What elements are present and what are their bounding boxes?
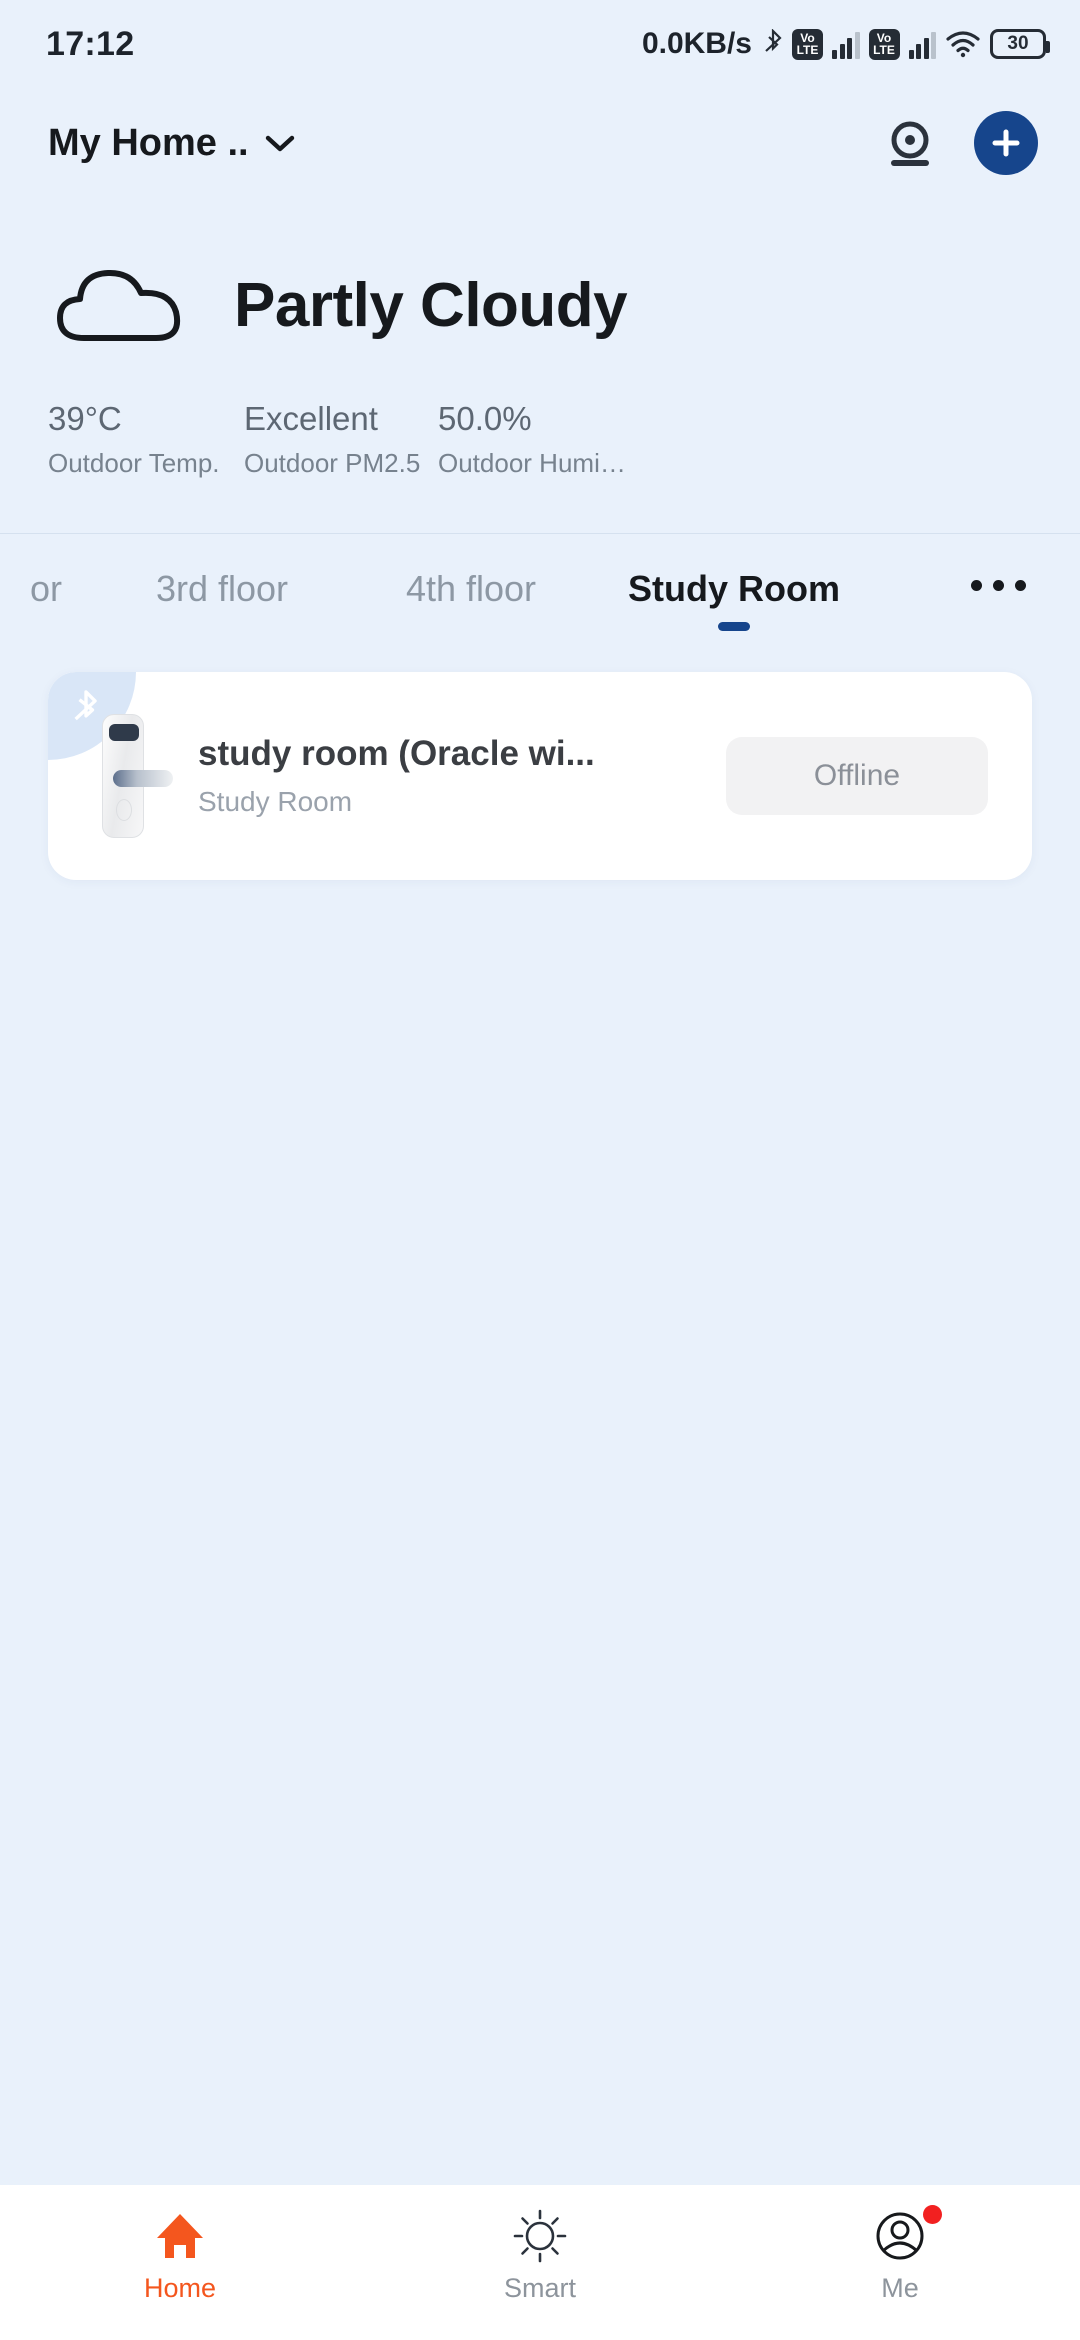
lock-keyhole [116,799,132,822]
nav-label-home: Home [143,2273,217,2303]
tab-previous-floor[interactable]: or [0,534,98,610]
tab-3rd-floor[interactable]: 3rd floor [98,534,346,610]
account-icon [872,2205,942,2265]
device-status-label: Offline [813,759,901,793]
more-horizontal-icon [1015,580,1026,592]
volte-icon-sim2: Vo LTE [868,28,900,60]
device-status-badge[interactable]: Offline [726,737,988,816]
weather-condition: Partly Cloudy [234,270,628,340]
device-name: study room (Oracle wi... [198,734,595,774]
battery-icon: 30 [990,29,1050,59]
weather-headline: Partly Cloudy [48,260,1032,350]
nav-item-home[interactable]: Home [0,2207,360,2304]
home-name-label: My Home .. [48,121,249,164]
home-icon [152,2207,208,2265]
lock-handle [113,770,173,788]
room-tabs: or 3rd floor 4th floor Study Room [0,534,1080,646]
tab-label: Study Room [628,568,840,610]
bottom-navigation: Home Smart Me [0,2185,1080,2340]
signal-bars-sim1 [832,29,860,59]
notification-badge [923,2205,942,2224]
add-device-button[interactable] [974,111,1038,175]
app-bar-actions [882,111,1038,175]
network-speed-label: 0.0KB/s [641,27,752,60]
weather-stat-value: 50.0% [438,400,532,437]
weather-panel[interactable]: Partly Cloudy 39°C Outdoor Temp. Excelle… [0,198,1080,479]
sun-icon [512,2207,568,2265]
weather-stat-humidity: 50.0% Outdoor Humidi... [438,398,634,479]
weather-stat-value: Excellent [244,400,378,437]
tab-label: or [29,568,62,610]
device-room: Study Room [198,786,353,818]
bluetooth-icon [765,28,782,52]
more-horizontal-icon [993,580,1004,592]
weather-stat-pm25: Excellent Outdoor PM2.5 [244,398,438,479]
wifi-icon [946,31,980,58]
signal-bars-sim2 [908,29,936,59]
nav-item-me[interactable]: Me [720,2205,1080,2304]
device-info: study room (Oracle wi... Study Room [198,734,726,818]
app-bar: My Home .. [0,88,1080,198]
weather-stat-label: Outdoor PM2.5 [244,448,421,479]
weather-stat-label: Outdoor Humidi... [438,448,634,479]
tab-indicator [718,622,750,632]
app-screen: 17:12 0.0KB/s Vo LTE Vo LTE 30 My Home .… [0,0,1080,2340]
tab-label: 4th floor [405,568,537,610]
volte-icon-sim1: Vo LTE [792,28,823,60]
status-bar-icons: 0.0KB/s Vo LTE Vo LTE 30 [641,27,1050,61]
chevron-down-icon [265,135,294,152]
tab-study-room[interactable]: Study Room [596,534,872,632]
home-selector[interactable]: My Home .. [48,122,297,165]
nav-label-me: Me [881,2273,919,2303]
nav-label-smart: Smart [503,2273,576,2303]
smart-lock-icon [102,714,173,839]
weather-stat-temperature: 39°C Outdoor Temp. [48,398,244,479]
weather-stats: 39°C Outdoor Temp. Excellent Outdoor PM2… [48,398,1032,479]
status-bar: 17:12 0.0KB/s Vo LTE Vo LTE 30 [0,0,1080,88]
cloud-icon [57,269,180,341]
tab-label: 3rd floor [155,568,289,610]
camera-icon[interactable] [882,115,938,171]
lock-screen [109,724,139,742]
status-bar-clock: 17:12 [46,24,135,63]
weather-stat-label: Outdoor Temp. [48,448,220,479]
device-list: study room (Oracle wi... Study Room Offl… [0,646,1080,881]
room-tabs-section: or 3rd floor 4th floor Study Room [0,533,1080,646]
more-horizontal-icon [971,580,982,592]
bluetooth-icon [74,690,97,721]
weather-stat-value: 39°C [48,400,122,437]
tab-4th-floor[interactable]: 4th floor [346,534,596,610]
plus-icon [992,129,1020,157]
nav-item-smart[interactable]: Smart [360,2207,720,2304]
device-card[interactable]: study room (Oracle wi... Study Room Offl… [48,672,1032,881]
room-tabs-more-button[interactable] [941,534,1062,592]
